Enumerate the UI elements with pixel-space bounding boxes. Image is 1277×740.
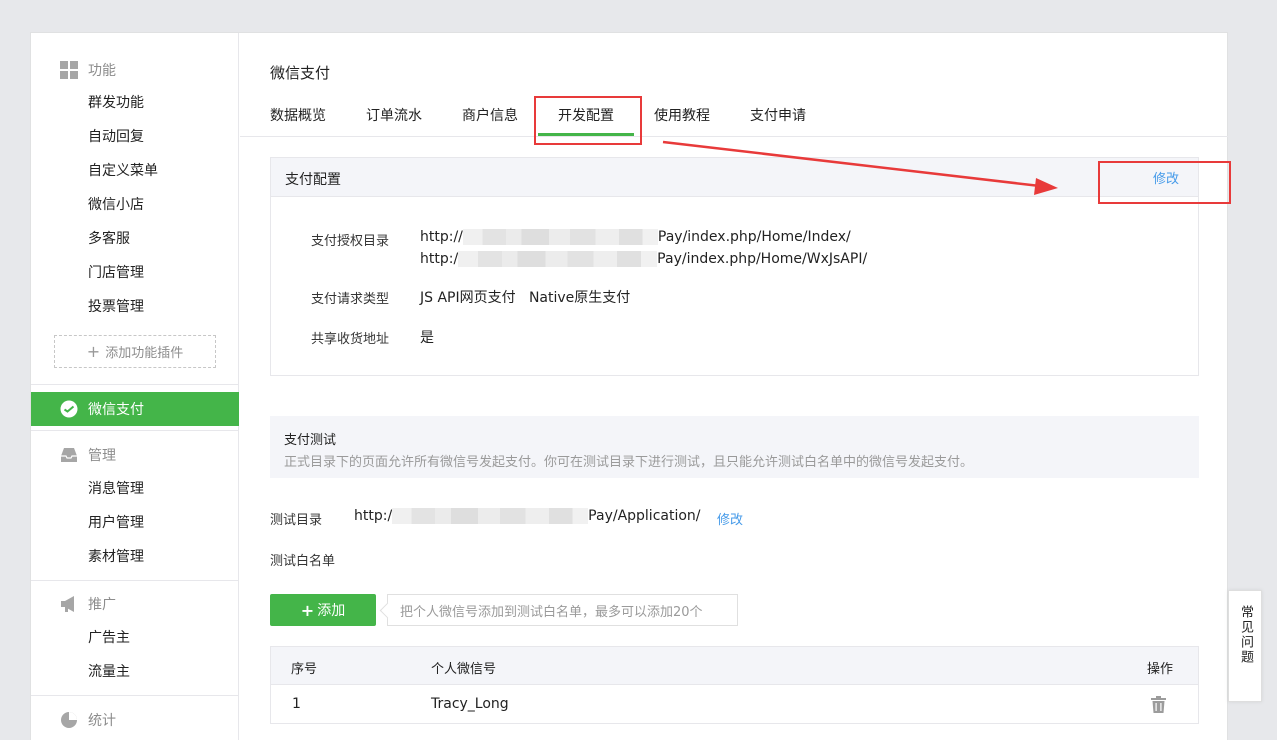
share-address-value: 是	[420, 330, 434, 346]
tab-tutorial[interactable]: 使用教程	[654, 105, 710, 125]
sidebar-item-material-manage[interactable]: 素材管理	[88, 547, 144, 567]
grid-icon	[60, 61, 78, 79]
pay-test-notice: 支付测试 正式目录下的页面允许所有微信号发起支付。你可在测试目录下进行测试，且只…	[270, 416, 1199, 478]
plus-icon: +	[86, 342, 101, 361]
pay-test-description: 正式目录下的页面允许所有微信号发起支付。你可在测试目录下进行测试，且只能允许测试…	[284, 455, 974, 470]
sidebar-item-message-manage[interactable]: 消息管理	[88, 479, 144, 499]
sidebar-item-custom-menu[interactable]: 自定义菜单	[88, 161, 158, 181]
tab-merchant-info[interactable]: 商户信息	[462, 105, 518, 125]
pie-chart-icon	[61, 712, 77, 728]
whitelist-table: 序号 个人微信号 操作 1 Tracy_Long	[270, 646, 1199, 724]
auth-dir-value-1: http:// Pay/index.php/Home/Index/	[420, 229, 851, 245]
sidebar-section-promote: 推广	[31, 587, 239, 621]
main-content: 微信支付 数据概览 订单流水 商户信息 开发配置 使用教程 支付申请 支付配置 …	[240, 33, 1228, 740]
table-row: 1 Tracy_Long	[271, 685, 1198, 724]
trash-icon[interactable]	[1151, 696, 1166, 713]
auth-dir-value-2: http:/ Pay/index.php/Home/WxJsAPI/	[420, 251, 867, 267]
sidebar-item-auto-reply[interactable]: 自动回复	[88, 127, 144, 147]
sidebar-section-label: 推广	[88, 597, 116, 613]
pay-config-panel: 支付配置 修改 支付授权目录 http:// Pay/index.php/Home…	[270, 157, 1199, 376]
pay-test-title: 支付测试	[284, 433, 337, 448]
divider	[31, 695, 239, 696]
sidebar-section-function: 功能	[31, 53, 239, 87]
sidebar-item-wechat-pay[interactable]: 微信支付	[31, 392, 239, 426]
auth-dir-2-prefix: http:/	[420, 251, 459, 267]
faq-float-button[interactable]: 常见问题	[1228, 590, 1262, 702]
row-index: 1	[292, 696, 301, 712]
redacted-blur	[458, 251, 658, 267]
page-title: 微信支付	[270, 64, 331, 82]
add-whitelist-button[interactable]: + 添加	[270, 594, 376, 626]
tab-data-overview[interactable]: 数据概览	[270, 105, 326, 125]
tab-bar: 数据概览 订单流水 商户信息 开发配置 使用教程 支付申请	[240, 93, 1228, 137]
test-dir-edit-link[interactable]: 修改	[717, 509, 743, 528]
auth-dir-2-suffix: Pay/index.php/Home/WxJsAPI/	[657, 251, 868, 267]
sidebar-section-label: 功能	[88, 63, 116, 79]
auth-dir-1-suffix: Pay/index.php/Home/Index/	[657, 229, 851, 245]
test-dir-value: http:/ Pay/Application/	[354, 508, 701, 524]
sidebar-section-stats: 统计	[31, 703, 239, 737]
add-hint-tooltip: 把个人微信号添加到测试白名单，最多可以添加20个	[387, 594, 738, 626]
sidebar-section-label: 统计	[88, 713, 116, 729]
megaphone-icon	[61, 596, 74, 612]
divider	[31, 580, 239, 581]
redacted-blur	[392, 508, 589, 524]
test-dir-label: 测试目录	[270, 513, 323, 528]
add-plugin-button[interactable]: + 添加功能插件	[54, 335, 216, 368]
auth-dir-label: 支付授权目录	[311, 234, 390, 249]
add-hint-text: 把个人微信号添加到测试白名单，最多可以添加20个	[400, 604, 703, 620]
share-address-label: 共享收货地址	[311, 332, 390, 347]
request-type-value: JS API网页支付 Native原生支付	[420, 290, 631, 306]
auth-dir-1-prefix: http://	[420, 229, 463, 245]
pay-config-header: 支付配置 修改	[271, 158, 1198, 197]
sidebar-section-manage: 管理	[31, 438, 239, 472]
sidebar-item-publisher[interactable]: 流量主	[88, 662, 130, 682]
col-action-header: 操作	[1147, 662, 1174, 677]
sidebar-item-wechat-store[interactable]: 微信小店	[88, 195, 144, 215]
sidebar-section-label: 管理	[88, 448, 116, 464]
test-dir-prefix: http:/	[354, 508, 393, 524]
test-dir-suffix: Pay/Application/	[588, 508, 701, 524]
sidebar-item-advertiser[interactable]: 广告主	[88, 628, 130, 648]
wechat-pay-icon	[60, 400, 78, 418]
add-plugin-label: 添加功能插件	[105, 346, 184, 361]
col-wechat-id-header: 个人微信号	[431, 662, 497, 677]
request-type-label: 支付请求类型	[311, 292, 390, 307]
sidebar-item-user-manage[interactable]: 用户管理	[88, 513, 144, 533]
tab-pay-apply[interactable]: 支付申请	[750, 105, 806, 125]
add-button-label: 添加	[317, 603, 346, 619]
divider	[31, 384, 239, 385]
annotation-highlight-edit	[1098, 161, 1231, 204]
sidebar-item-vote-manage[interactable]: 投票管理	[88, 297, 144, 317]
col-index-header: 序号	[291, 662, 318, 677]
sidebar-item-label: 微信支付	[88, 402, 144, 418]
faq-label: 常见问题	[1238, 605, 1253, 665]
sidebar: 功能 群发功能 自动回复 自定义菜单 微信小店 多客服 门店管理 投票管理 + …	[31, 33, 239, 740]
inbox-icon	[61, 448, 77, 462]
table-header: 序号 个人微信号 操作	[271, 647, 1198, 685]
divider	[31, 430, 239, 431]
whitelist-label: 测试白名单	[270, 554, 336, 569]
redacted-blur	[462, 229, 658, 245]
tab-order-flow[interactable]: 订单流水	[366, 105, 422, 125]
plus-icon: +	[300, 600, 315, 620]
pay-config-title: 支付配置	[285, 172, 341, 188]
sidebar-item-store-manage[interactable]: 门店管理	[88, 263, 144, 283]
sidebar-item-mass-send[interactable]: 群发功能	[88, 93, 144, 113]
sidebar-item-customer-service[interactable]: 多客服	[88, 229, 130, 249]
row-wechat-id: Tracy_Long	[431, 696, 509, 712]
annotation-highlight-tab	[534, 96, 642, 145]
